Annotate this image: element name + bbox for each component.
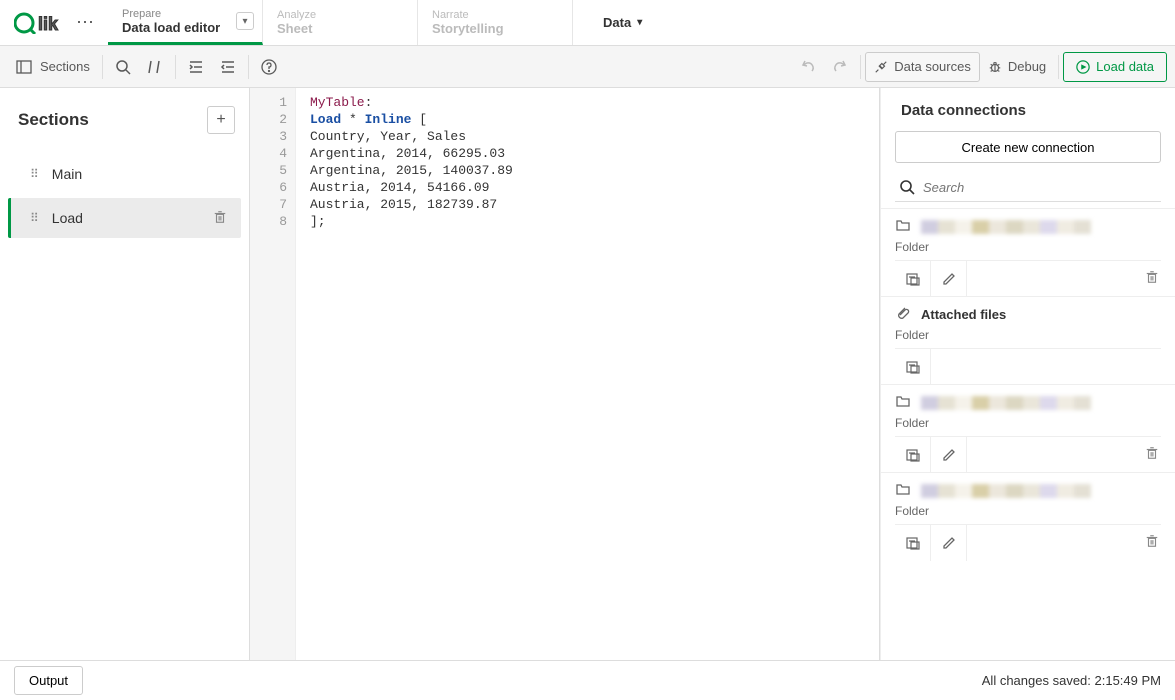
connection-name-redacted xyxy=(921,220,1091,234)
svg-text:lik: lik xyxy=(38,14,59,34)
redo-button[interactable] xyxy=(824,52,856,82)
code-area[interactable]: MyTable: Load * Inline [ Country, Year, … xyxy=(296,88,879,660)
connection-item: Folder xyxy=(881,384,1175,472)
help-icon xyxy=(261,59,277,75)
outdent-icon xyxy=(220,59,236,75)
grip-icon[interactable]: ⠿ xyxy=(30,211,38,225)
play-icon xyxy=(1076,60,1090,74)
sections-heading: Sections xyxy=(18,110,89,130)
connection-type: Folder xyxy=(895,328,1161,342)
help-button[interactable] xyxy=(253,52,285,82)
section-item[interactable]: ⠿ Main xyxy=(8,154,241,194)
connection-name-redacted xyxy=(921,484,1091,498)
nav-tab-small: Analyze xyxy=(277,9,399,21)
nav-tab-analyze[interactable]: Analyze Sheet xyxy=(263,0,418,45)
output-button[interactable]: Output xyxy=(14,666,83,695)
delete-section-button[interactable] xyxy=(213,210,227,227)
comment-icon xyxy=(147,59,163,75)
debug-label: Debug xyxy=(1008,59,1046,74)
undo-button[interactable] xyxy=(792,52,824,82)
folder-icon xyxy=(895,217,921,236)
connections-heading: Data connections xyxy=(895,102,1161,119)
attachment-icon xyxy=(895,305,921,324)
delete-connection-button[interactable] xyxy=(1145,446,1161,463)
nav-data-dropdown[interactable]: Data ▾ xyxy=(585,0,660,45)
nav-tab-title: Sheet xyxy=(277,21,399,36)
grip-icon[interactable]: ⠿ xyxy=(30,167,38,181)
indent-button[interactable] xyxy=(180,52,212,82)
connection-item: Folder xyxy=(881,472,1175,560)
connection-header[interactable] xyxy=(895,481,1161,500)
add-section-button[interactable]: + xyxy=(207,106,235,134)
indent-icon xyxy=(188,59,204,75)
connection-search[interactable] xyxy=(895,175,1161,202)
chevron-down-icon: ▾ xyxy=(637,17,642,28)
plug-icon xyxy=(874,60,888,74)
search-icon xyxy=(899,179,915,195)
section-name: Main xyxy=(52,166,227,182)
script-editor[interactable]: 12345678 MyTable: Load * Inline [ Countr… xyxy=(250,88,880,660)
connection-header[interactable] xyxy=(895,217,1161,236)
nav-data-label: Data xyxy=(603,15,631,30)
comment-button[interactable] xyxy=(139,52,171,82)
create-connection-button[interactable]: Create new connection xyxy=(895,131,1161,163)
connections-panel: Data connections Create new connection F… xyxy=(880,88,1175,660)
edit-connection-button[interactable] xyxy=(931,437,967,473)
nav-tab-prepare[interactable]: Prepare Data load editor ▾ xyxy=(108,0,263,45)
nav-tab-narrate[interactable]: Narrate Storytelling xyxy=(418,0,573,45)
data-sources-label: Data sources xyxy=(894,59,971,74)
toggle-sections-button[interactable]: Sections xyxy=(8,52,98,82)
app-menu-icon[interactable]: ⋯ xyxy=(76,12,94,33)
nav-tab-small: Narrate xyxy=(432,9,554,21)
folder-icon xyxy=(895,393,921,412)
nav-tab-title: Storytelling xyxy=(432,21,554,36)
delete-connection-button[interactable] xyxy=(1145,270,1161,287)
line-gutter: 12345678 xyxy=(250,88,296,660)
load-data-button[interactable]: Load data xyxy=(1063,52,1167,82)
undo-icon xyxy=(800,59,816,75)
toolbar: Sections Data sources Debug Load data xyxy=(0,46,1175,88)
nav-tab-title: Data load editor xyxy=(122,20,244,35)
connection-item: Folder xyxy=(881,208,1175,296)
brand-area: lik ⋯ xyxy=(0,0,108,45)
data-sources-button[interactable]: Data sources xyxy=(865,52,980,82)
select-data-button[interactable] xyxy=(895,437,931,473)
redo-icon xyxy=(832,59,848,75)
debug-button[interactable]: Debug xyxy=(980,52,1054,82)
top-nav: lik ⋯ Prepare Data load editor ▾ Analyze… xyxy=(0,0,1175,46)
sections-panel: Sections + ⠿ Main ⠿ Load xyxy=(0,88,250,660)
delete-connection-button[interactable] xyxy=(1145,534,1161,551)
nav-tab-small: Prepare xyxy=(122,8,244,20)
connection-type: Folder xyxy=(895,240,1161,254)
edit-connection-button[interactable] xyxy=(931,261,967,297)
load-data-label: Load data xyxy=(1096,59,1154,74)
select-data-button[interactable] xyxy=(895,525,931,561)
connection-name-redacted xyxy=(921,396,1091,410)
search-button[interactable] xyxy=(107,52,139,82)
select-data-button[interactable] xyxy=(895,261,931,297)
connection-search-input[interactable] xyxy=(923,180,1161,195)
connection-header[interactable]: Attached files xyxy=(895,305,1161,324)
connection-type: Folder xyxy=(895,504,1161,518)
connection-type: Folder xyxy=(895,416,1161,430)
save-status: All changes saved: 2:15:49 PM xyxy=(982,673,1161,688)
bug-icon xyxy=(988,60,1002,74)
main-area: Sections + ⠿ Main ⠿ Load 12345678 MyTabl… xyxy=(0,88,1175,660)
qlik-logo: lik xyxy=(14,12,70,34)
edit-connection-button[interactable] xyxy=(931,525,967,561)
outdent-button[interactable] xyxy=(212,52,244,82)
footer: Output All changes saved: 2:15:49 PM xyxy=(0,660,1175,700)
folder-icon xyxy=(895,481,921,500)
connection-header[interactable] xyxy=(895,393,1161,412)
section-name: Load xyxy=(52,210,213,226)
sections-label: Sections xyxy=(40,59,90,74)
select-data-button[interactable] xyxy=(895,349,931,385)
chevron-down-icon[interactable]: ▾ xyxy=(236,12,254,30)
search-icon xyxy=(115,59,131,75)
section-item[interactable]: ⠿ Load xyxy=(8,198,241,238)
connection-item: Attached files Folder xyxy=(881,296,1175,384)
connection-name: Attached files xyxy=(921,307,1006,322)
